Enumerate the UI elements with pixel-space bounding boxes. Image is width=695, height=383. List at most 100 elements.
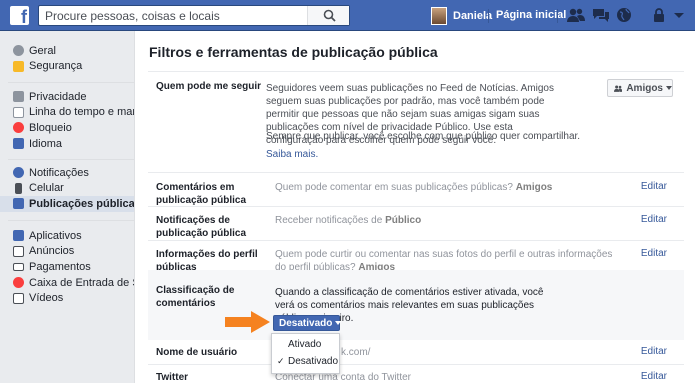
friends-icon — [614, 84, 623, 92]
sidebar-item-notificacoes[interactable]: Notificações — [0, 165, 134, 181]
annotation-arrow-icon — [225, 311, 270, 333]
sidebar-item-idioma[interactable]: Idioma — [0, 136, 134, 152]
divider — [8, 82, 134, 83]
comments-label: Comentários em publicação pública — [156, 182, 247, 206]
profile-link[interactable]: Daniela — [431, 5, 492, 26]
audience-dropdown[interactable]: Amigos — [607, 79, 673, 97]
search-input[interactable]: Procure pessoas, coisas e locais — [38, 5, 350, 26]
ranking-dropdown-button[interactable]: Desativado — [273, 315, 342, 331]
divider — [488, 9, 489, 23]
sidebar-item-label: Linha do tempo e marc... — [29, 106, 134, 119]
phone-icon — [15, 182, 22, 194]
menu-item-desativado[interactable]: ✓ Desativado — [272, 356, 339, 367]
follow-label: Quem pode me seguir — [156, 81, 262, 92]
block-icon — [13, 122, 24, 134]
edit-username-link[interactable]: Editar — [641, 346, 667, 357]
support-icon — [13, 277, 24, 289]
learn-more-link[interactable]: Saiba mais. — [266, 149, 318, 160]
sidebar-item-geral[interactable]: Geral — [0, 43, 134, 59]
privacy-shortcuts-icon[interactable] — [652, 7, 670, 23]
sidebar-item-label: Bloqueio — [29, 121, 72, 134]
sidebar-item-label: Segurança — [29, 60, 83, 73]
sidebar-item-label: Pagamentos — [29, 260, 91, 273]
edit-comments-link[interactable]: Editar — [641, 181, 667, 192]
apps-icon — [13, 230, 24, 242]
messages-icon[interactable] — [592, 7, 610, 23]
timeline-icon — [13, 106, 24, 118]
comments-value: Amigos — [515, 182, 553, 193]
follow-note: Sempre que publicar, você escolhe com qu… — [266, 131, 581, 142]
menu-item-label: Desativado — [288, 356, 339, 367]
settings-sidebar: Geral Segurança Privacidade Linha do tem… — [0, 31, 134, 383]
video-icon — [13, 292, 24, 304]
search-placeholder: Procure pessoas, coisas e locais — [45, 9, 220, 23]
page-title: Filtros e ferramentas de publicação públ… — [149, 44, 438, 60]
divider — [148, 71, 684, 72]
account-menu-icon[interactable] — [673, 7, 687, 23]
search-button[interactable] — [307, 6, 349, 25]
sidebar-group-privacy: Privacidade Linha do tempo e marc... Blo… — [0, 89, 134, 151]
search-icon — [323, 9, 336, 22]
friend-requests-icon[interactable] — [567, 7, 585, 23]
sidebar-item-videos[interactable]: Vídeos — [0, 290, 134, 306]
comments-setting: Quem pode comentar em suas publicações p… — [275, 181, 552, 194]
sidebar-item-label: Idioma — [29, 137, 63, 150]
sidebar-item-label: Vídeos — [29, 292, 64, 305]
sidebar-item-caixa-de-entrada[interactable]: Caixa de Entrada de Su... — [0, 275, 134, 291]
gear-icon — [13, 45, 24, 57]
ads-icon — [13, 245, 24, 257]
edit-profile-info-link[interactable]: Editar — [641, 248, 667, 259]
sidebar-item-celular[interactable]: Celular — [0, 181, 134, 197]
sidebar-item-label: Aplicativos — [29, 229, 82, 242]
divider — [148, 240, 684, 241]
menu-item-ativado[interactable]: Ativado — [272, 339, 339, 350]
lock-icon — [13, 91, 24, 103]
sidebar-item-label: Anúncios — [29, 245, 75, 258]
sidebar-item-label: Privacidade — [29, 90, 87, 103]
card-icon — [13, 262, 24, 271]
divider — [8, 159, 134, 160]
notifications-globe-icon[interactable] — [616, 7, 634, 23]
divider — [148, 172, 684, 173]
notifications-label: Notificações de publicação pública — [156, 215, 247, 239]
twitter-label: Twitter — [156, 372, 189, 383]
edit-notifications-link[interactable]: Editar — [641, 214, 667, 225]
chevron-down-icon — [335, 321, 342, 325]
rss-icon — [13, 198, 24, 210]
settings-panel: Filtros e ferramentas de publicação públ… — [134, 31, 695, 383]
sidebar-item-label: Publicações públicas — [29, 197, 134, 210]
chevron-down-icon — [666, 86, 672, 90]
divider — [148, 364, 684, 365]
sidebar-item-label: Geral — [29, 44, 56, 57]
divider — [8, 220, 134, 221]
sidebar-item-anuncios[interactable]: Anúncios — [0, 244, 134, 260]
sidebar-item-publicacoes-publicas[interactable]: Publicações públicas — [0, 196, 134, 212]
sidebar-item-bloqueio[interactable]: Bloqueio — [0, 120, 134, 136]
language-icon — [13, 138, 24, 150]
sidebar-item-label: Notificações — [29, 166, 89, 179]
sidebar-item-pagamentos[interactable]: Pagamentos — [0, 259, 134, 275]
checkmark-icon: ✓ — [277, 356, 285, 366]
user-name: Daniela — [453, 9, 493, 22]
username-value: k.com/ — [341, 347, 371, 358]
ranking-dropdown-menu: Ativado ✓ Desativado — [271, 333, 340, 374]
comments-question: Quem pode comentar em suas publicações p… — [275, 182, 513, 193]
sidebar-group-general: Geral Segurança — [0, 43, 134, 74]
sidebar-group-notifications: Notificações Celular Publicações pública… — [0, 165, 134, 212]
notifications-setting: Receber notificações de Público — [275, 214, 421, 227]
audience-label: Amigos — [626, 82, 663, 94]
top-bar: f Procure pessoas, coisas e locais Danie… — [0, 0, 695, 31]
notifications-question: Receber notificações de — [275, 215, 383, 226]
sidebar-item-aplicativos[interactable]: Aplicativos — [0, 228, 134, 244]
divider — [148, 206, 684, 207]
sidebar-item-privacidade[interactable]: Privacidade — [0, 89, 134, 105]
menu-item-label: Ativado — [288, 339, 322, 350]
facebook-logo[interactable]: f — [10, 6, 29, 25]
avatar — [431, 6, 447, 25]
home-link[interactable]: Página inicial — [496, 9, 566, 21]
shield-icon — [13, 60, 24, 72]
sidebar-item-seguranca[interactable]: Segurança — [0, 59, 134, 75]
sidebar-item-linha-do-tempo[interactable]: Linha do tempo e marc... — [0, 105, 134, 121]
ranking-label: Classificação de comentários — [156, 285, 235, 309]
edit-twitter-link[interactable]: Editar — [641, 371, 667, 382]
